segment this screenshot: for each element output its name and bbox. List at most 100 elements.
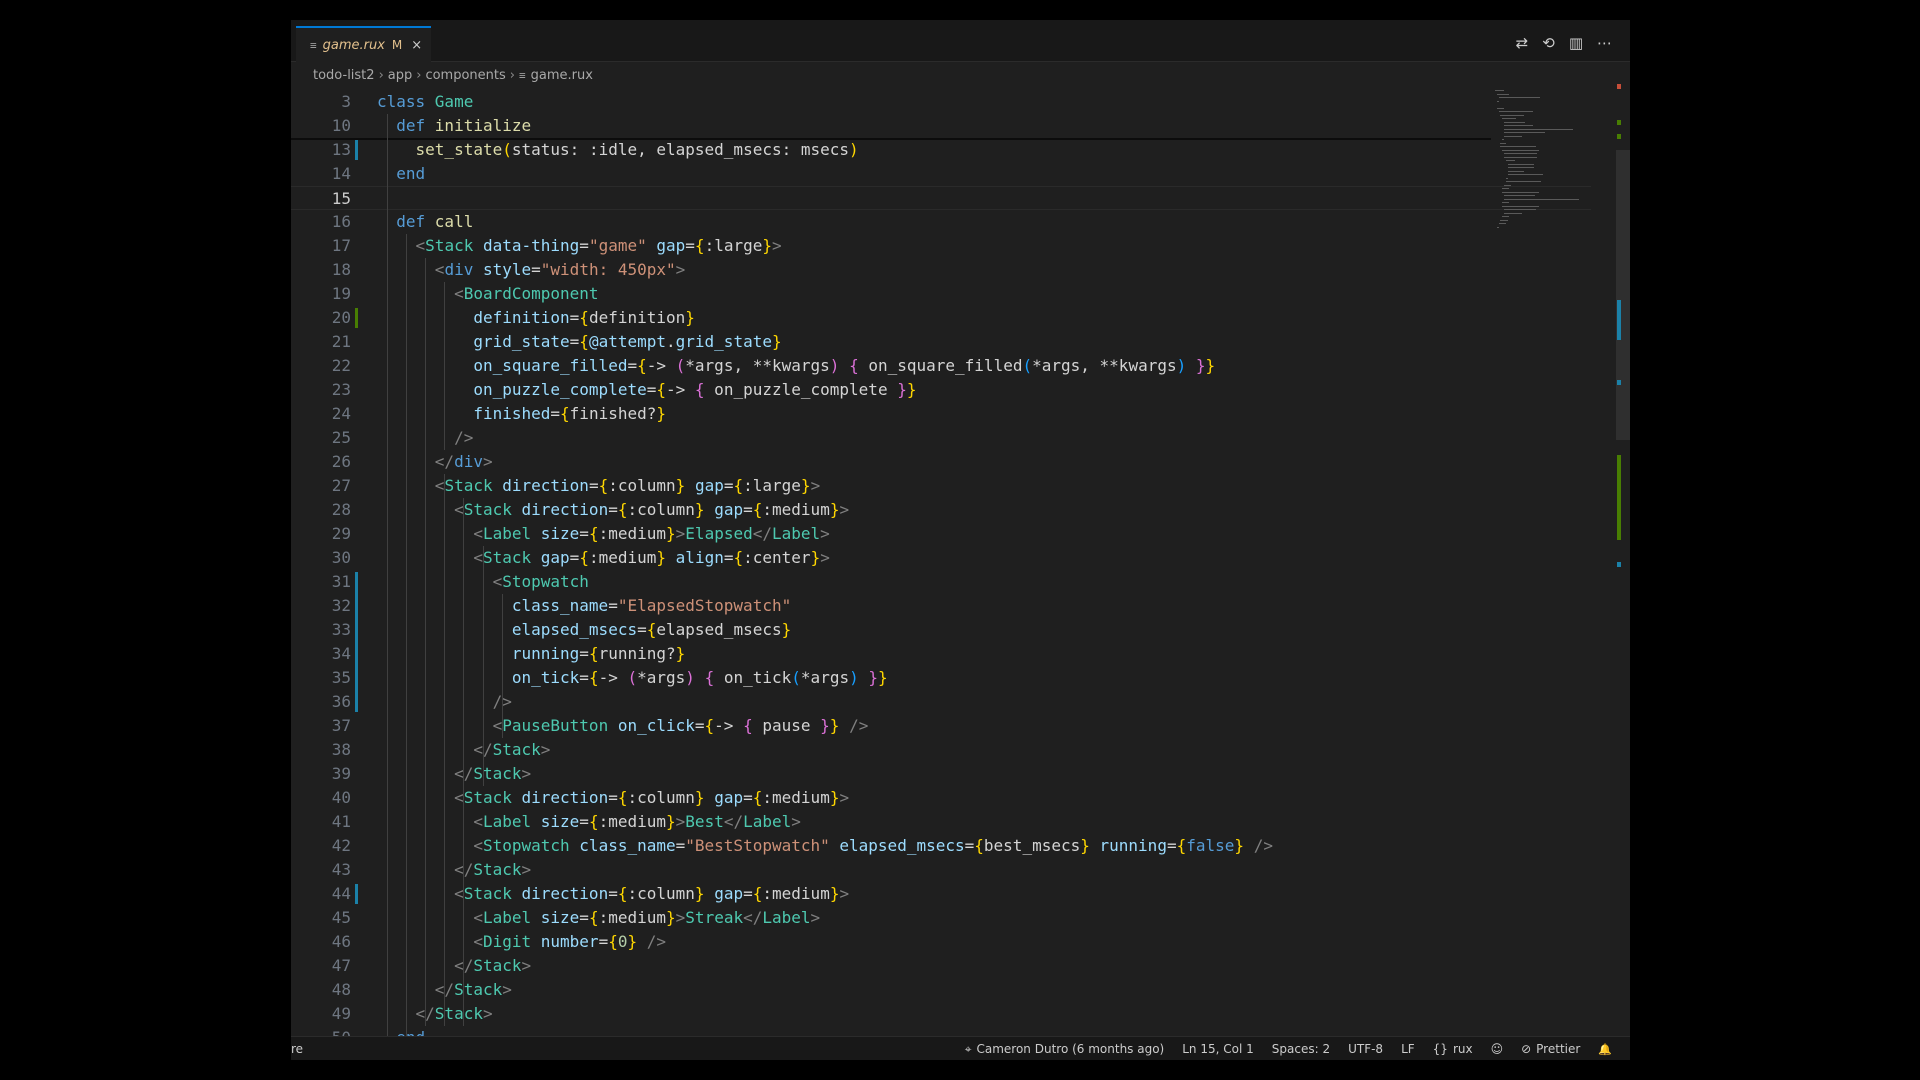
code-text: on_puzzle_complete={-> { on_puzzle_compl… — [377, 378, 916, 402]
split-editor-icon[interactable]: ▥ — [1569, 34, 1583, 52]
code-line[interactable]: 26 </div> — [291, 450, 1591, 474]
indent-guide — [444, 474, 446, 1026]
code-text: class_name="ElapsedStopwatch" — [377, 594, 791, 618]
line-number: 30 — [331, 548, 351, 567]
indentation[interactable]: Spaces: 2 — [1272, 1042, 1330, 1056]
code-line[interactable]: 28 <Stack direction={:column} gap={:medi… — [291, 498, 1591, 522]
git-blame[interactable]: ⌖ Cameron Dutro (6 months ago) — [965, 1042, 1165, 1057]
code-token: > — [521, 860, 532, 879]
source-control-icon[interactable]: ⟲ — [1542, 34, 1555, 52]
editor-actions: ⇄ ⟲ ▥ ⋯ — [1516, 34, 1612, 52]
code-line[interactable]: 38 </Stack> — [291, 738, 1591, 762]
code-line[interactable]: 42 <Stopwatch class_name="BestStopwatch"… — [291, 834, 1591, 858]
code-line[interactable]: 45 <Label size={:medium}>Streak</Label> — [291, 906, 1591, 930]
code-line[interactable]: 43 </Stack> — [291, 858, 1591, 882]
code-token: ( — [675, 356, 686, 375]
copilot-icon[interactable]: ☺ — [1491, 1042, 1504, 1056]
line-number: 3 — [341, 92, 351, 111]
vertical-scrollbar[interactable] — [1616, 150, 1630, 440]
code-line[interactable]: 47 </Stack> — [291, 954, 1591, 978]
code-line[interactable]: 17 <Stack data-thing="game" gap={:large}… — [291, 234, 1591, 258]
code-line[interactable]: 24 finished={finished?} — [291, 402, 1591, 426]
code-token: < — [473, 812, 483, 831]
breadcrumb-item-todo-list2[interactable]: todo-list2 — [313, 68, 375, 83]
prettier[interactable]: ⊘ Prettier — [1521, 1042, 1580, 1056]
minimap-line — [1504, 135, 1522, 137]
code-text: </Stack> — [377, 1002, 493, 1026]
code-token: direction — [521, 884, 609, 903]
end-of-line[interactable]: LF — [1401, 1042, 1415, 1056]
line-number: 16 — [331, 212, 351, 231]
code-line[interactable]: 40 <Stack direction={:column} gap={:medi… — [291, 786, 1591, 810]
gutter-change-marker[interactable] — [355, 572, 358, 712]
code-line[interactable]: 49 </Stack> — [291, 1002, 1591, 1026]
sticky-scroll-shadow — [291, 138, 1491, 140]
code-token: ) — [829, 356, 840, 375]
code-token: } — [666, 524, 676, 543]
code-line[interactable]: 37 <PauseButton on_click={-> { pause }} … — [291, 714, 1591, 738]
code-line[interactable]: 41 <Label size={:medium}>Best</Label> — [291, 810, 1591, 834]
code-line[interactable]: 33 elapsed_msecs={elapsed_msecs} — [291, 618, 1591, 642]
code-line[interactable]: 35 on_tick={-> (*args) { on_tick(*args) … — [291, 666, 1591, 690]
gutter-change-marker[interactable] — [355, 884, 358, 904]
minimap-line — [1496, 93, 1510, 95]
code-token: = — [531, 260, 541, 279]
cursor-position[interactable]: Ln 15, Col 1 — [1182, 1042, 1254, 1056]
code-line[interactable]: 18 <div style="width: 450px"> — [291, 258, 1591, 282]
line-number: 42 — [331, 836, 351, 855]
code-token: :medium — [598, 524, 667, 543]
code-token: { — [849, 356, 859, 375]
code-line[interactable]: 46 <Digit number={0} /> — [291, 930, 1591, 954]
code-token: < — [454, 500, 464, 519]
code-line[interactable]: 31 <Stopwatch — [291, 570, 1591, 594]
code-token: </ — [752, 524, 772, 543]
code-token: } — [666, 908, 676, 927]
code-editor[interactable]: 3 class Game 10 def initialize 13 set_state… — [291, 90, 1611, 1060]
code-line[interactable]: 10 def initialize — [291, 114, 1591, 138]
code-line[interactable]: 22 on_square_filled={-> (*args, **kwargs… — [291, 354, 1591, 378]
breadcrumb-item-app[interactable]: app — [388, 68, 412, 83]
code-line[interactable]: 15 — [291, 186, 1591, 210]
code-line[interactable]: 21 grid_state={@attempt.grid_state} — [291, 330, 1591, 354]
code-line[interactable]: 19 <BoardComponent — [291, 282, 1591, 306]
code-token: def — [396, 116, 435, 135]
code-token: = — [579, 644, 589, 663]
code-line[interactable]: 30 <Stack gap={:medium} align={:center}> — [291, 546, 1591, 570]
code-token: Stopwatch — [502, 572, 589, 591]
bell-icon[interactable]: 🔔 — [1598, 1043, 1612, 1056]
code-line[interactable]: 27 <Stack direction={:column} gap={:larg… — [291, 474, 1591, 498]
code-line[interactable]: 23 on_puzzle_complete={-> { on_puzzle_co… — [291, 378, 1591, 402]
code-line[interactable]: 13 set_state(status: :idle, elapsed_msec… — [291, 138, 1591, 162]
breadcrumb-item-file[interactable]: game.rux — [531, 68, 593, 83]
encoding[interactable]: UTF-8 — [1348, 1042, 1383, 1056]
code-token: } — [656, 404, 667, 423]
breadcrumb-item-components[interactable]: components — [425, 68, 505, 83]
close-icon[interactable]: × — [411, 38, 422, 53]
code-token: direction — [502, 476, 589, 495]
tab-game-rux[interactable]: ≡ game.rux M × — [296, 26, 431, 62]
code-line[interactable]: 48 </Stack> — [291, 978, 1591, 1002]
code-line[interactable]: 34 running={running?} — [291, 642, 1591, 666]
more-actions-icon[interactable]: ⋯ — [1597, 34, 1612, 52]
compare-icon[interactable]: ⇄ — [1516, 34, 1529, 52]
code-line[interactable]: 44 <Stack direction={:column} gap={:medi… — [291, 882, 1591, 906]
gutter-change-marker[interactable] — [355, 140, 358, 160]
minimap-line — [1500, 219, 1508, 221]
code-line[interactable]: 36 /> — [291, 690, 1591, 714]
code-line[interactable]: 20 definition={definition} — [291, 306, 1591, 330]
code-line[interactable]: 25 /> — [291, 426, 1591, 450]
code-token: :medium — [762, 788, 830, 807]
code-line[interactable]: 3 class Game — [291, 90, 1591, 114]
minimap[interactable] — [1491, 90, 1591, 290]
code-line[interactable]: 39 </Stack> — [291, 762, 1591, 786]
code-line[interactable]: 32 class_name="ElapsedStopwatch" — [291, 594, 1591, 618]
status-left-text[interactable]: re — [291, 1042, 303, 1056]
code-line[interactable]: 16 def call — [291, 210, 1591, 234]
code-token: { — [579, 548, 589, 567]
indent-guide — [444, 282, 446, 450]
language-mode[interactable]: {} rux — [1433, 1042, 1473, 1056]
code-line[interactable]: 29 <Label size={:medium}>Elapsed</Label> — [291, 522, 1591, 546]
code-token: < — [454, 284, 464, 303]
gutter-change-marker[interactable] — [355, 308, 358, 328]
code-line[interactable]: 14 end — [291, 162, 1591, 186]
